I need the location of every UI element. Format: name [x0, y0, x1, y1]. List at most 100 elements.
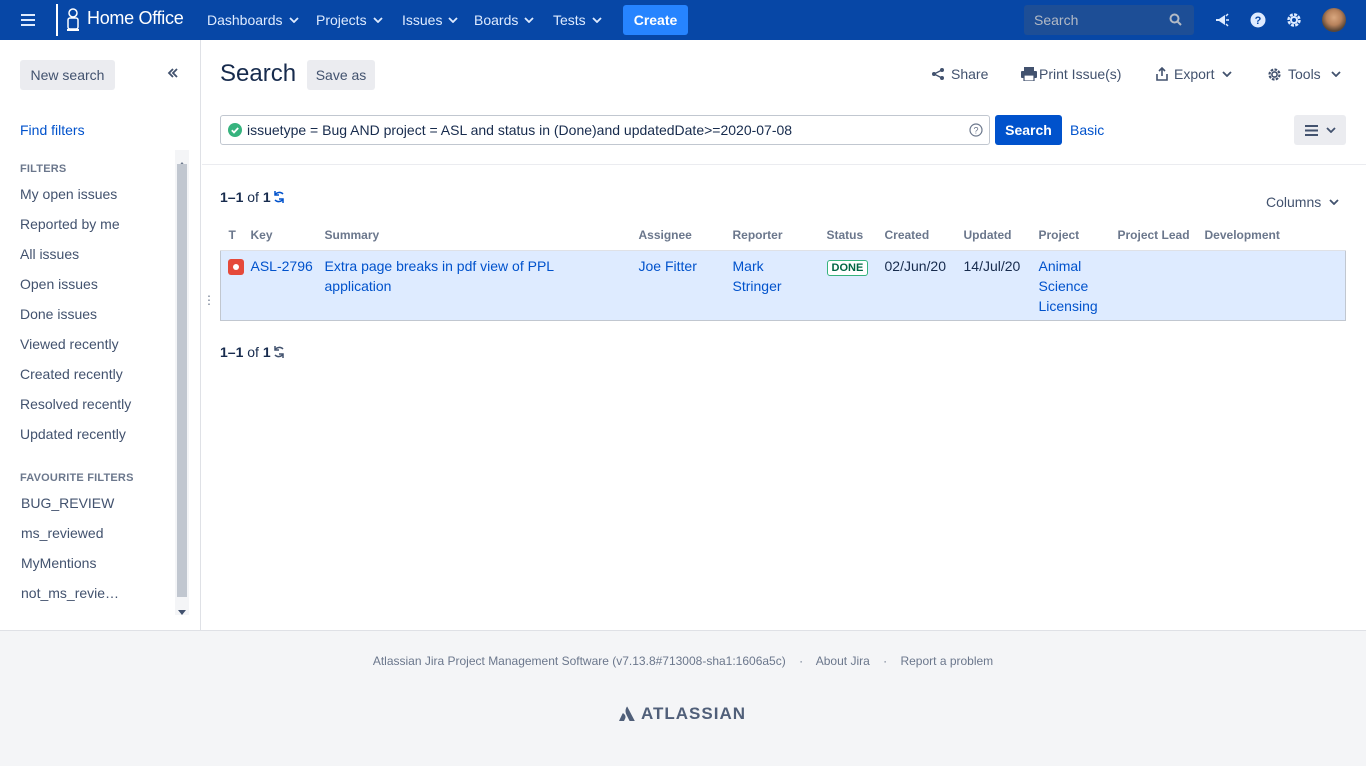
- status-badge: DONE: [826, 259, 869, 276]
- column-header-updated[interactable]: Updated: [963, 228, 1039, 251]
- nav-dashboards-label: Dashboards: [207, 12, 283, 28]
- column-header-reporter[interactable]: Reporter: [732, 228, 827, 251]
- jql-query-input[interactable]: issuetype = Bug AND project = ASL and st…: [220, 115, 990, 145]
- top-search-placeholder: Search: [1034, 12, 1079, 28]
- filter-done-issues[interactable]: Done issues: [20, 306, 97, 322]
- results-total: 1: [262, 344, 271, 360]
- chevron-down-icon: [448, 17, 459, 23]
- logo-text[interactable]: Home Office: [87, 8, 184, 29]
- column-header-project[interactable]: Project: [1038, 228, 1118, 251]
- favourite-filter-ms-reviewed[interactable]: ms_reviewed: [21, 525, 103, 541]
- syntax-help-icon[interactable]: ?: [969, 123, 983, 140]
- svg-text:?: ?: [973, 126, 978, 136]
- help-icon[interactable]: ?: [1248, 10, 1268, 30]
- results-of: of: [247, 344, 259, 360]
- nav-boards[interactable]: Boards: [474, 0, 534, 40]
- share-icon: [932, 68, 944, 80]
- assignee-link[interactable]: Joe Fitter: [639, 258, 697, 274]
- about-jira-link[interactable]: About Jira: [816, 654, 870, 668]
- refresh-icon[interactable]: [272, 345, 286, 359]
- user-avatar[interactable]: [1322, 8, 1346, 32]
- settings-gear-icon[interactable]: [1284, 10, 1304, 30]
- project-link[interactable]: Animal Science Licensing: [1039, 258, 1098, 314]
- column-header-development[interactable]: Development: [1204, 228, 1346, 251]
- save-as-button[interactable]: Save as: [307, 60, 375, 90]
- favourite-filters-heading: FAVOURITE FILTERS: [20, 472, 134, 484]
- footer-links: Atlassian Jira Project Management Softwa…: [0, 654, 1366, 668]
- issue-key-link[interactable]: ASL-2796: [251, 258, 313, 274]
- collapse-sidebar-icon[interactable]: [166, 66, 186, 86]
- nav-issues-label: Issues: [402, 12, 443, 28]
- export-button[interactable]: Export: [1156, 66, 1238, 82]
- chevron-down-icon: [288, 17, 299, 23]
- search-icon: [1169, 13, 1182, 29]
- favourite-filter-bug-review[interactable]: BUG_REVIEW: [21, 495, 114, 511]
- top-search-input[interactable]: Search: [1024, 5, 1194, 35]
- new-search-button[interactable]: New search: [20, 60, 115, 90]
- sidebar-scrollbar-thumb[interactable]: [177, 164, 187, 597]
- share-button[interactable]: Share: [931, 66, 988, 82]
- column-header-created[interactable]: Created: [884, 228, 964, 251]
- bug-icon: [228, 258, 244, 275]
- filter-reported-by-me[interactable]: Reported by me: [20, 216, 120, 232]
- filter-created-recently[interactable]: Created recently: [20, 366, 123, 382]
- report-problem-link[interactable]: Report a problem: [900, 654, 993, 668]
- chevron-down-icon: [1325, 127, 1336, 133]
- nav-dashboards[interactable]: Dashboards: [207, 0, 299, 40]
- column-header-assignee[interactable]: Assignee: [638, 228, 733, 251]
- app-switcher-icon[interactable]: [18, 10, 38, 30]
- created-cell: 02/Jun/20: [884, 249, 964, 321]
- reporter-link[interactable]: Mark Stringer: [733, 258, 782, 294]
- basic-mode-link[interactable]: Basic: [1070, 122, 1104, 138]
- column-header-summary[interactable]: Summary: [324, 228, 639, 251]
- filter-open-issues[interactable]: Open issues: [20, 276, 98, 292]
- nav-issues[interactable]: Issues: [402, 0, 459, 40]
- nav-projects[interactable]: Projects: [316, 0, 383, 40]
- table-row[interactable]: ASL-2796 Extra page breaks in pdf view o…: [220, 249, 1346, 321]
- column-header-type[interactable]: T: [220, 228, 251, 251]
- column-header-key[interactable]: Key: [250, 228, 325, 251]
- columns-button[interactable]: Columns: [1266, 194, 1339, 210]
- crest-icon[interactable]: [63, 6, 83, 34]
- top-navigation-bar: Home Office Dashboards Projects Issues B…: [0, 0, 1366, 40]
- jql-query-text: issuetype = Bug AND project = ASL and st…: [247, 122, 793, 138]
- favourite-filter-not-ms-reviewed[interactable]: not_ms_revie…: [21, 585, 119, 601]
- export-label: Export: [1174, 66, 1215, 82]
- atlassian-logo[interactable]: ATLASSIAN: [619, 704, 746, 724]
- status-cell: DONE: [826, 249, 885, 321]
- filter-updated-recently[interactable]: Updated recently: [20, 426, 126, 442]
- cog-icon: [1268, 67, 1281, 81]
- filter-resolved-recently[interactable]: Resolved recently: [20, 396, 131, 412]
- summary-link[interactable]: Extra page breaks in pdf view of PPL app…: [325, 258, 554, 294]
- nav-tests[interactable]: Tests: [553, 0, 602, 40]
- layout-switcher-button[interactable]: [1294, 115, 1346, 145]
- search-button[interactable]: Search: [995, 115, 1062, 145]
- create-button[interactable]: Create: [623, 5, 688, 35]
- nav-tests-label: Tests: [553, 12, 586, 28]
- find-filters-link[interactable]: Find filters: [20, 122, 85, 138]
- columns-label: Columns: [1266, 194, 1322, 210]
- assignee-cell: Joe Fitter: [638, 249, 733, 321]
- chevron-down-icon: [1329, 199, 1339, 205]
- share-label: Share: [951, 66, 989, 82]
- notifications-icon[interactable]: [1212, 10, 1232, 30]
- filter-my-open-issues[interactable]: My open issues: [20, 186, 117, 202]
- filter-all-issues[interactable]: All issues: [20, 246, 79, 262]
- results-of: of: [247, 189, 259, 205]
- favourite-filter-mymentions[interactable]: MyMentions: [21, 555, 96, 571]
- export-icon: [1156, 67, 1168, 81]
- scroll-down-arrow-icon[interactable]: [178, 603, 186, 619]
- issue-type-cell: [220, 249, 251, 321]
- reporter-cell: Mark Stringer: [732, 249, 827, 321]
- results-range: 1–1: [220, 189, 244, 205]
- column-header-project-lead[interactable]: Project Lead: [1117, 228, 1205, 251]
- atlassian-wordmark: ATLASSIAN: [641, 704, 747, 723]
- summary-cell: Extra page breaks in pdf view of PPL app…: [324, 249, 639, 321]
- chevron-down-icon: [524, 17, 534, 23]
- print-issues-button[interactable]: Print Issue(s): [1021, 66, 1121, 82]
- atlassian-logo-icon: [619, 706, 635, 721]
- tools-button[interactable]: Tools: [1267, 66, 1347, 82]
- column-header-status[interactable]: Status: [826, 228, 885, 251]
- refresh-icon[interactable]: [272, 190, 286, 204]
- filter-viewed-recently[interactable]: Viewed recently: [20, 336, 119, 352]
